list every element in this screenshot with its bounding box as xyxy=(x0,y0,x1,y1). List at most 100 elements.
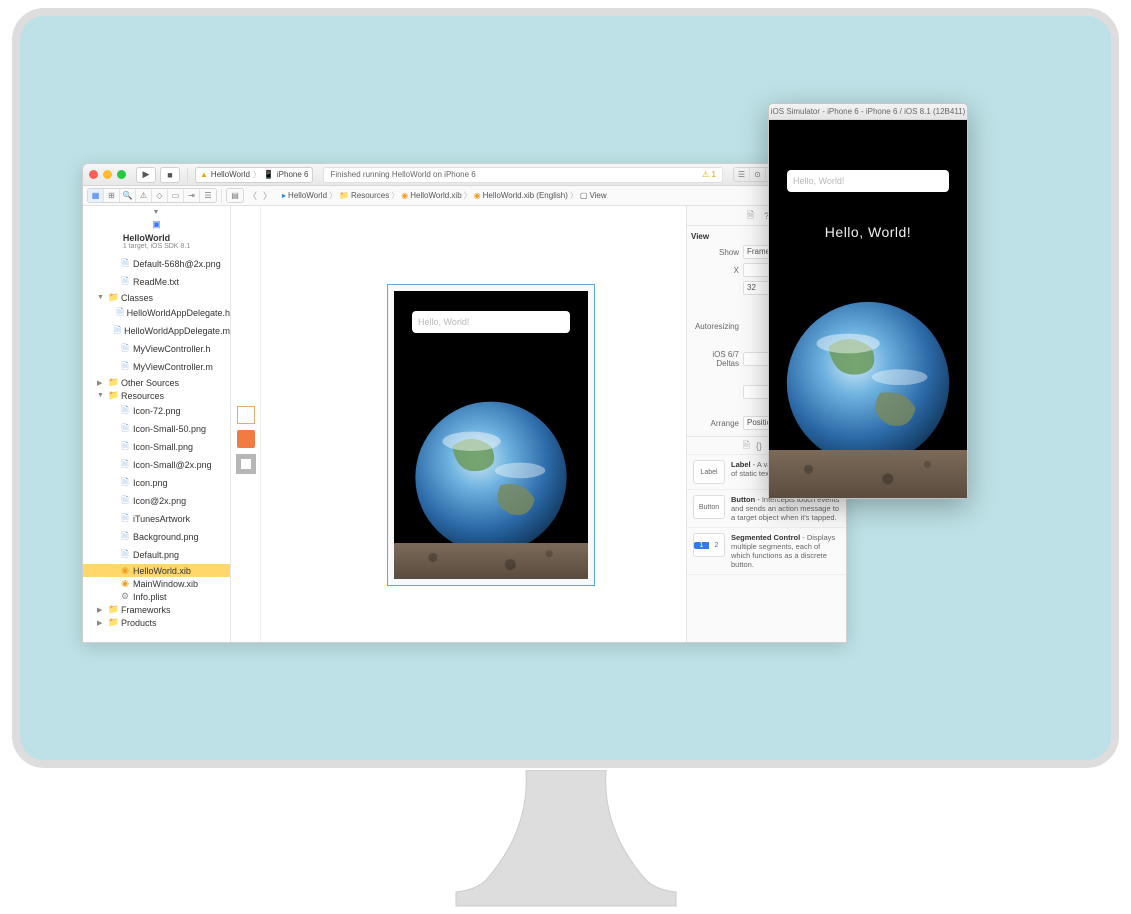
file-row[interactable]: ⚙Info.plist xyxy=(83,590,230,603)
debug-nav-icon[interactable]: ▭ xyxy=(168,189,184,202)
file-icon: 🗎 xyxy=(120,493,130,509)
file-row[interactable]: 🗎 HelloWorldAppDelegate.h xyxy=(83,304,230,322)
file-icon: ⚙ xyxy=(120,591,130,602)
tree-label: Icon-Small-50.png xyxy=(133,424,206,434)
file-row[interactable]: 🗎Default-568h@2x.png xyxy=(83,255,230,273)
scheme-app-label: HelloWorld xyxy=(211,170,250,179)
file-row[interactable]: 🗎iTunesArtwork xyxy=(83,510,230,528)
folder-icon: ▸ xyxy=(282,191,286,200)
file-row[interactable]: 🗎MyViewController.h xyxy=(83,340,230,358)
tree-label: ReadMe.txt xyxy=(133,277,179,287)
tree-label: Default-568h@2x.png xyxy=(133,259,221,269)
file-icon: 🗎 xyxy=(120,529,130,545)
interface-builder-canvas[interactable]: Hello, World! xyxy=(261,206,686,642)
warning-badge[interactable]: ⚠ 1 xyxy=(702,170,716,179)
sim-earth-image xyxy=(769,256,967,450)
status-text: Finished running HelloWorld on iPhone 6 xyxy=(330,170,475,179)
back-button[interactable]: 〈 xyxy=(246,189,259,202)
window-traffic-lights xyxy=(89,170,132,179)
folder-row[interactable]: ▶📁Other Sources xyxy=(83,376,230,389)
file-inspector-icon[interactable]: 🗎 xyxy=(744,209,758,223)
standard-editor-icon[interactable]: ☰ xyxy=(734,168,750,181)
document-outline-segment[interactable]: ▤ xyxy=(226,188,244,203)
xcode-jumpbar: ▦ ⊞ 🔍 ⚠ ◇ ▭ ⇥ ☰ ▤ 〈 〉 ▸ HelloWorld〉 📁Res… xyxy=(83,186,846,206)
file-row[interactable]: 🗎Icon@2x.png xyxy=(83,492,230,510)
project-name: HelloWorld xyxy=(123,233,190,243)
issue-nav-icon[interactable]: ⚠ xyxy=(136,189,152,202)
moon-surface xyxy=(394,543,588,579)
folder-row[interactable]: ▶📁Products xyxy=(83,616,230,629)
zoom-button[interactable] xyxy=(117,170,126,179)
report-nav-icon[interactable]: ☰ xyxy=(200,189,216,202)
placeholder-files-owner-icon[interactable] xyxy=(237,406,255,424)
folder-icon: 📁 xyxy=(108,390,118,401)
textfield-placeholder: Hello, World! xyxy=(418,317,469,327)
library-item-text: Segmented Control - Displays multiple se… xyxy=(731,533,840,569)
project-navigator[interactable]: ▼ ▣ HelloWorld 1 target, iOS SDK 8.1 🗎De… xyxy=(83,206,231,642)
file-row[interactable]: 🗎Icon-Small.png xyxy=(83,438,230,456)
file-row[interactable]: 🗎Background.png xyxy=(83,528,230,546)
scheme-selector[interactable]: ▲ HelloWorld 〉 📱 iPhone 6 xyxy=(195,167,313,183)
project-nav-icon[interactable]: ▦ xyxy=(88,189,104,202)
tree-label: HelloWorldAppDelegate.h xyxy=(127,308,230,318)
file-template-tab-icon[interactable]: 🗎 xyxy=(743,438,750,454)
tree-label: MyViewController.m xyxy=(133,362,213,372)
tree-label: Icon.png xyxy=(133,478,168,488)
sim-label: Hello, World! xyxy=(769,224,967,240)
file-row[interactable]: 🗎ReadMe.txt xyxy=(83,273,230,291)
run-button[interactable]: ▶ xyxy=(136,167,156,183)
assistant-editor-icon[interactable]: ⊙ xyxy=(750,168,766,181)
file-row[interactable]: 🗎Icon-72.png xyxy=(83,402,230,420)
ib-device-frame[interactable]: Hello, World! xyxy=(387,284,595,586)
xcode-window: ▶ ■ ▲ HelloWorld 〉 📱 iPhone 6 Finished r… xyxy=(82,163,847,643)
file-icon: ◉ xyxy=(120,578,130,589)
project-root[interactable]: ▼ ▣ HelloWorld 1 target, iOS SDK 8.1 xyxy=(83,206,230,253)
file-icon: 🗎 xyxy=(120,457,130,473)
forward-button[interactable]: 〉 xyxy=(261,189,274,202)
find-nav-icon[interactable]: 🔍 xyxy=(120,189,136,202)
file-row[interactable]: ◉HelloWorld.xib xyxy=(83,564,230,577)
breakpoint-nav-icon[interactable]: ⇥ xyxy=(184,189,200,202)
folder-row[interactable]: ▶📁Frameworks xyxy=(83,603,230,616)
file-row[interactable]: 🗎Default.png xyxy=(83,546,230,564)
folder-icon: 📁 xyxy=(108,617,118,628)
test-nav-icon[interactable]: ◇ xyxy=(152,189,168,202)
placeholder-first-responder-icon[interactable] xyxy=(237,430,255,448)
simulator-screen[interactable]: Hello, World! Hello, World! xyxy=(769,120,967,498)
stop-button[interactable]: ■ xyxy=(160,167,180,183)
minimize-button[interactable] xyxy=(103,170,112,179)
app-icon: ▲ xyxy=(200,170,208,179)
tree-label: Classes xyxy=(121,293,153,303)
folder-icon: 📁 xyxy=(108,604,118,615)
breadcrumb[interactable]: ▸ HelloWorld〉 📁Resources〉 ◉HelloWorld.xi… xyxy=(276,186,607,206)
textfield-element[interactable]: Hello, World! xyxy=(412,311,570,333)
imac-monitor: ▶ ■ ▲ HelloWorld 〉 📱 iPhone 6 Finished r… xyxy=(12,8,1119,768)
file-icon: 🗎 xyxy=(120,439,130,455)
file-row[interactable]: 🗎Icon.png xyxy=(83,474,230,492)
file-icon: 🗎 xyxy=(120,403,130,419)
folder-row[interactable]: ▼📁Classes xyxy=(83,291,230,304)
file-icon: 🗎 xyxy=(116,305,123,321)
library-item[interactable]: 12Segmented Control - Displays multiple … xyxy=(687,528,846,575)
folder-icon: 📁 xyxy=(108,292,118,303)
tree-label: HelloWorld.xib xyxy=(133,566,191,576)
file-row[interactable]: 🗎Icon-Small@2x.png xyxy=(83,456,230,474)
show-label: Show xyxy=(691,248,739,257)
earth-image xyxy=(394,354,588,543)
sim-textfield[interactable]: Hello, World! xyxy=(787,170,949,192)
navigator-tabs[interactable]: ▦ ⊞ 🔍 ⚠ ◇ ▭ ⇥ ☰ xyxy=(87,188,217,203)
code-snippet-tab-icon[interactable]: {} xyxy=(756,441,762,451)
symbol-nav-icon[interactable]: ⊞ xyxy=(104,189,120,202)
file-row[interactable]: 🗎MyViewController.m xyxy=(83,358,230,376)
tree-label: Default.png xyxy=(133,550,179,560)
view-object-icon[interactable] xyxy=(236,454,256,474)
file-icon: 🗎 xyxy=(120,274,130,290)
file-row[interactable]: 🗎HelloWorldAppDelegate.m xyxy=(83,322,230,340)
file-row[interactable]: ◉MainWindow.xib xyxy=(83,577,230,590)
folder-row[interactable]: ▼📁Resources xyxy=(83,389,230,402)
outline-icon[interactable]: ▤ xyxy=(227,189,243,202)
close-button[interactable] xyxy=(89,170,98,179)
file-row[interactable]: 🗎Icon-Small-50.png xyxy=(83,420,230,438)
file-icon: ◉ xyxy=(120,565,130,576)
file-icon: 🗎 xyxy=(120,547,130,563)
